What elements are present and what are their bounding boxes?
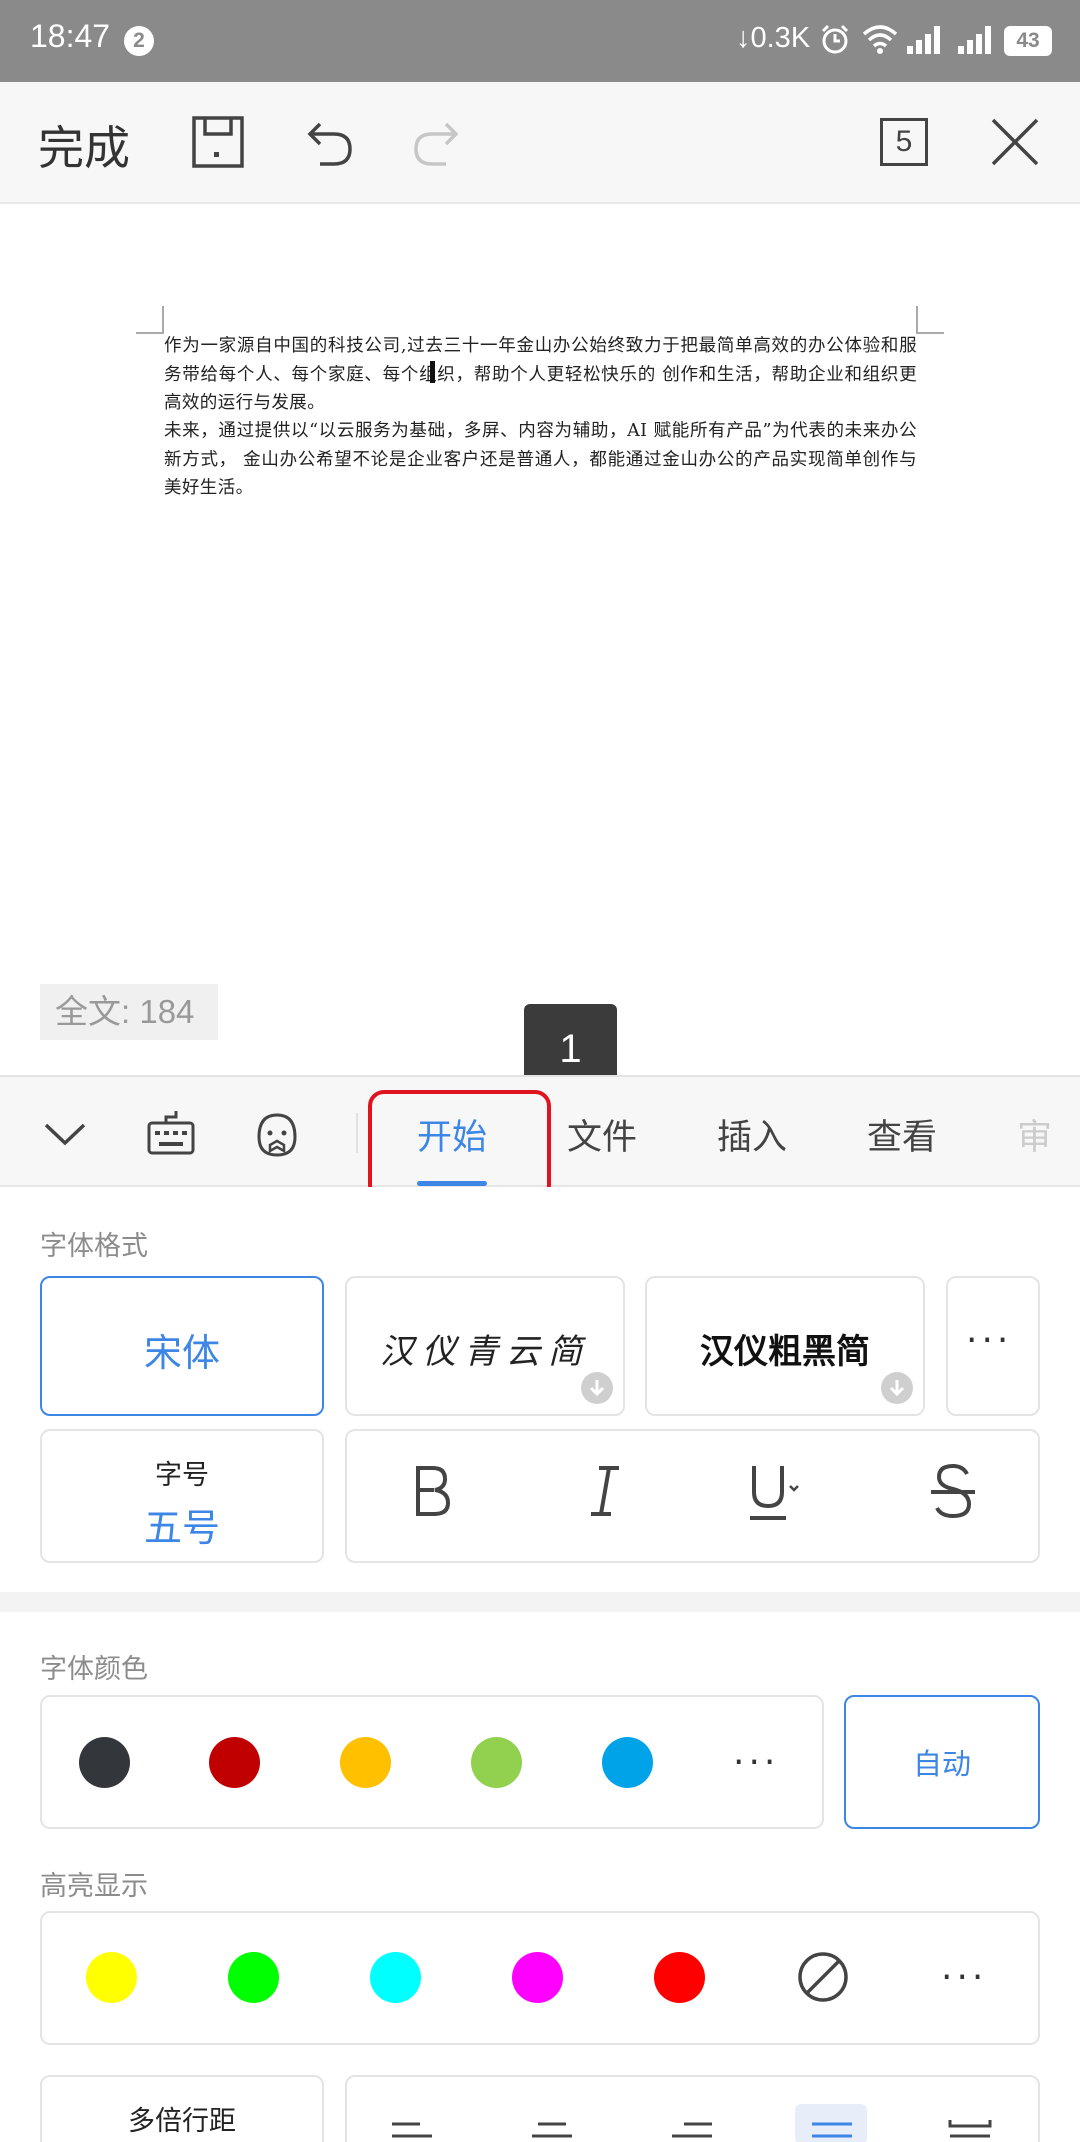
more-colors-button[interactable]: ··· [733, 1742, 779, 1783]
highlight-swatch-yellow[interactable] [86, 1952, 137, 2003]
highlight-swatch-red[interactable] [654, 1952, 705, 2003]
highlight-annotation-box [368, 1090, 551, 1201]
highlight-swatch-green[interactable] [228, 1952, 279, 2003]
notification-count-badge: 2 [124, 26, 154, 56]
wifi-icon [862, 25, 898, 54]
bold-button[interactable] [391, 1456, 471, 1526]
status-bar: 18:47 2 ↓0.3K 43 [0, 0, 1080, 82]
redo-icon[interactable] [408, 112, 468, 172]
font-name-label: 宋体 [143, 1331, 220, 1375]
close-icon[interactable] [985, 112, 1045, 172]
more-fonts-button[interactable]: ··· [946, 1276, 1040, 1416]
no-highlight-icon[interactable] [796, 1950, 850, 2004]
network-speed: ↓0.3K [736, 22, 811, 54]
save-icon[interactable] [188, 112, 248, 172]
font-name-label: 汉仪粗黑简 [700, 1332, 870, 1372]
italic-button[interactable] [565, 1456, 645, 1526]
download-icon[interactable] [881, 1372, 913, 1404]
font-size-value: 五号 [143, 1506, 220, 1550]
battery-icon: 43 [1004, 26, 1052, 56]
highlight-swatch-cyan[interactable] [370, 1952, 421, 2003]
top-toolbar: 完成 5 [0, 82, 1080, 204]
assistant-face-icon[interactable] [252, 1109, 302, 1159]
highlight-swatch-magenta[interactable] [512, 1952, 563, 2003]
font-color-palette [40, 1695, 824, 1829]
tab-insert[interactable]: 插入 [717, 1109, 787, 1160]
more-highlight-button[interactable]: ··· [941, 1957, 987, 1998]
download-icon[interactable] [581, 1372, 613, 1404]
font-size-label: 字号 [155, 1460, 209, 1491]
line-spacing-label: 多倍行距 [128, 2106, 236, 2137]
undo-icon[interactable] [298, 112, 358, 172]
line-spacing-selector[interactable]: 多倍行距 [40, 2075, 324, 2142]
tab-file[interactable]: 文件 [567, 1109, 637, 1160]
tab-review[interactable]: 审 [1017, 1109, 1057, 1160]
auto-color-button[interactable]: 自动 [844, 1695, 1040, 1829]
highlight-title: 高亮显示 [40, 1871, 148, 1902]
text-cursor [430, 361, 435, 383]
font-color-title: 字体颜色 [40, 1654, 148, 1685]
color-swatch-orange[interactable] [340, 1737, 391, 1788]
strikethrough-button[interactable] [913, 1456, 993, 1526]
font-option-hanyi-cuhei[interactable]: 汉仪粗黑简 [645, 1276, 925, 1416]
document-paragraph[interactable]: 未来，通过提供以“以云服务为基础，多屏、内容为辅助，AI 赋能所有产品”为代表的… [164, 417, 917, 503]
status-time: 18:47 [30, 18, 111, 54]
align-right-icon[interactable] [668, 2110, 716, 2142]
collapse-chevron-icon[interactable] [40, 1109, 90, 1159]
document-paragraph[interactable]: 作为一家源自中国的科技公司,过去三十一年金山办公始终致力于把最简单高效的办公体验… [164, 332, 917, 418]
tab-view[interactable]: 查看 [867, 1109, 937, 1160]
signal-icon [907, 26, 940, 54]
page-count-icon[interactable]: 5 [880, 118, 928, 166]
page-corner-mark [916, 306, 944, 334]
align-justify-icon[interactable] [808, 2110, 856, 2142]
signal-2-icon [958, 26, 991, 54]
color-swatch-red[interactable] [209, 1737, 260, 1788]
section-separator [0, 1592, 1080, 1612]
document-canvas[interactable]: 作为一家源自中国的科技公司,过去三十一年金山办公始终致力于把最简单高效的办公体验… [0, 204, 1080, 1074]
keyboard-icon[interactable] [146, 1109, 196, 1159]
color-swatch-blue[interactable] [602, 1737, 653, 1788]
font-format-title: 字体格式 [40, 1231, 148, 1262]
tab-divider [356, 1113, 358, 1153]
font-size-selector[interactable]: 字号 五号 [40, 1429, 324, 1563]
alarm-icon [821, 24, 849, 54]
align-center-icon[interactable] [528, 2110, 576, 2142]
color-swatch-dark-gray[interactable] [79, 1737, 130, 1788]
word-count: 全文: 184 [40, 984, 218, 1040]
color-swatch-green[interactable] [471, 1737, 522, 1788]
page-corner-mark [136, 306, 164, 334]
font-option-hanyi-qingyun[interactable]: 汉仪青云简 [345, 1276, 625, 1416]
distributed-icon[interactable] [946, 2110, 994, 2142]
more-icon: ··· [966, 1320, 1013, 1361]
font-name-label: 汉仪青云简 [380, 1332, 590, 1372]
auto-color-label: 自动 [912, 1747, 971, 1781]
done-button[interactable]: 完成 [38, 112, 130, 178]
underline-button[interactable] [732, 1456, 812, 1526]
font-option-songti[interactable]: 宋体 [40, 1276, 324, 1416]
align-left-icon[interactable] [388, 2110, 436, 2142]
